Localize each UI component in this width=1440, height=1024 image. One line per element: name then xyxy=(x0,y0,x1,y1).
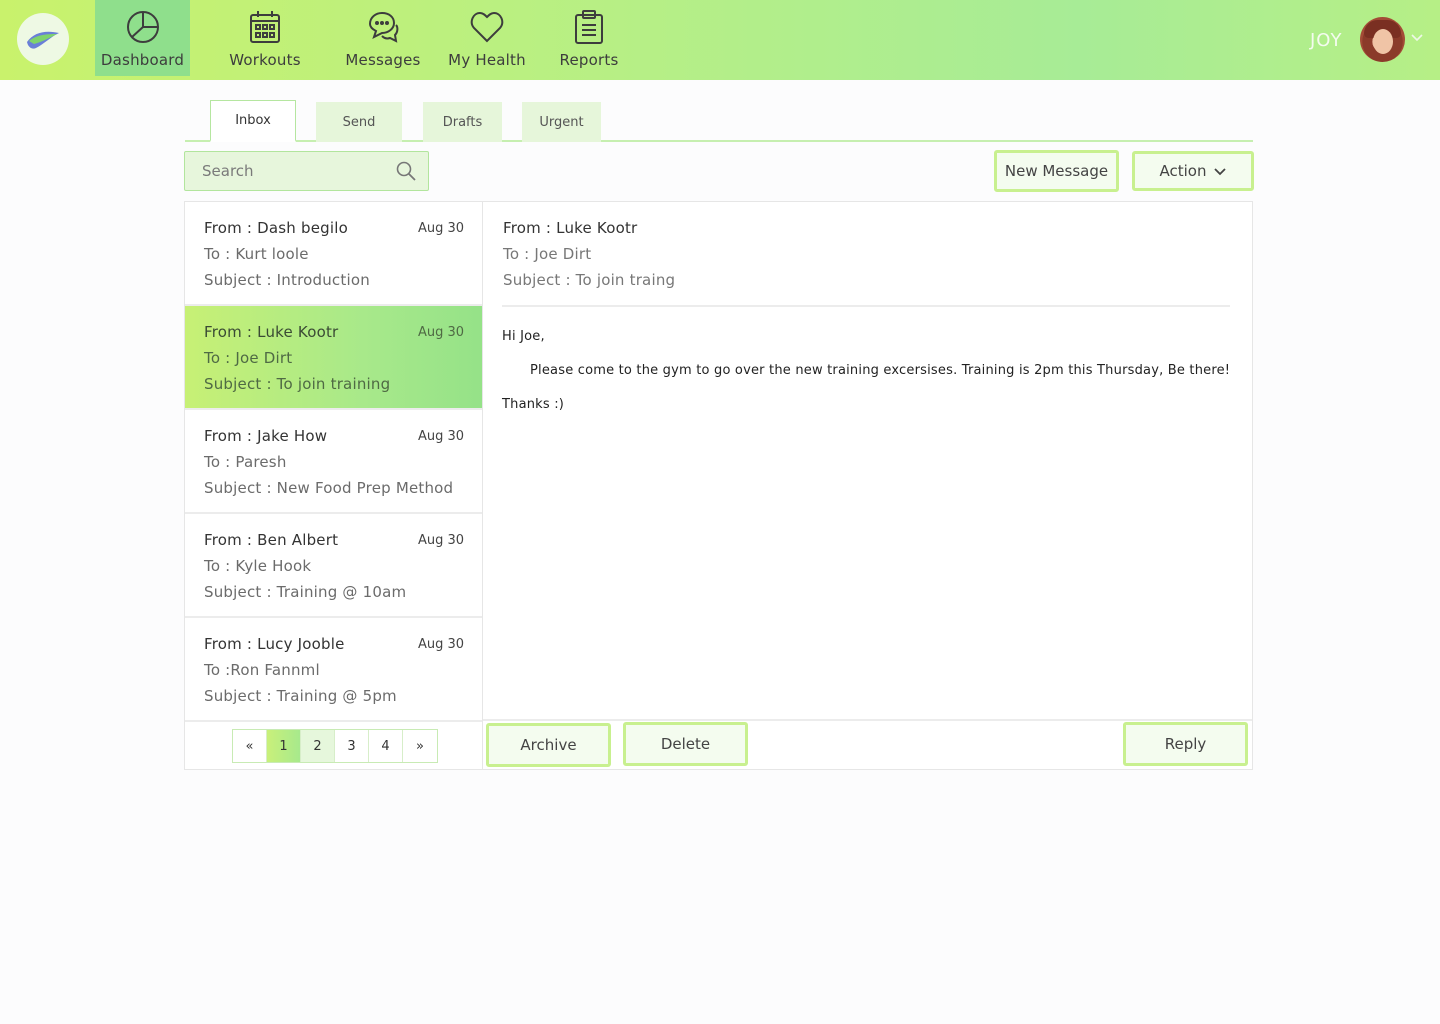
pie-chart-icon xyxy=(126,10,160,44)
user-name: JOY xyxy=(1310,30,1343,51)
divider xyxy=(483,719,1252,721)
nav-messages[interactable]: Messages xyxy=(340,0,426,76)
detail-to: To : Joe Dirt xyxy=(503,245,592,263)
delete-button[interactable]: Delete xyxy=(623,722,748,766)
list-item[interactable]: From : Ben Albert To : Kyle Hook Subject… xyxy=(185,514,482,618)
tab-drafts[interactable]: Drafts xyxy=(423,102,502,142)
search-box xyxy=(184,151,429,191)
message-subject: Subject : Training @ 10am xyxy=(204,583,407,601)
message-from: From : Luke Kootr xyxy=(204,323,339,341)
chevron-down-icon[interactable] xyxy=(1411,33,1423,43)
message-list: From : Dash begilo To : Kurt loole Subje… xyxy=(184,201,483,770)
tab-urgent[interactable]: Urgent xyxy=(522,102,601,142)
message-to: To : Kurt loole xyxy=(204,245,309,263)
detail-subject: Subject : To join traing xyxy=(503,271,676,289)
message-from: From : Lucy Jooble xyxy=(204,635,345,653)
chevron-down-icon xyxy=(1214,168,1227,176)
message-to: To :Ron Fannml xyxy=(204,661,320,679)
list-item[interactable]: From : Jake How To : Paresh Subject : Ne… xyxy=(185,410,482,514)
message-from: From : Dash begilo xyxy=(204,219,348,237)
detail-body: Please come to the gym to go over the ne… xyxy=(530,363,1231,378)
message-to: To : Joe Dirt xyxy=(204,349,293,367)
clipboard-icon xyxy=(574,10,604,44)
reply-button[interactable]: Reply xyxy=(1123,722,1248,766)
list-item-selected[interactable]: From : Luke Kootr To : Joe Dirt Subject … xyxy=(185,306,482,410)
detail-from: From : Luke Kootr xyxy=(503,219,638,237)
action-dropdown[interactable]: Action xyxy=(1132,151,1254,191)
message-to: To : Kyle Hook xyxy=(204,557,312,575)
nav-my-health[interactable]: My Health xyxy=(444,0,530,76)
nav-reports[interactable]: Reports xyxy=(546,0,632,76)
message-from: From : Jake How xyxy=(204,427,328,445)
divider xyxy=(502,305,1230,307)
page-3[interactable]: 3 xyxy=(335,730,369,762)
page-prev[interactable]: « xyxy=(233,730,267,762)
message-date: Aug 30 xyxy=(417,325,464,340)
nav-label: Reports xyxy=(559,51,619,69)
tab-send[interactable]: Send xyxy=(316,102,402,142)
leaf-logo-icon xyxy=(27,31,59,49)
page-4[interactable]: 4 xyxy=(369,730,403,762)
page-2[interactable]: 2 xyxy=(301,730,335,762)
nav-label: Workouts xyxy=(229,51,301,69)
chat-bubbles-icon xyxy=(366,10,400,44)
page-next[interactable]: » xyxy=(403,730,437,762)
tab-inbox[interactable]: Inbox xyxy=(210,100,296,142)
heart-icon xyxy=(470,10,504,44)
pagination: « 1 2 3 4 » xyxy=(232,729,438,763)
message-subject: Subject : Training @ 5pm xyxy=(204,687,397,705)
message-subject: Subject : New Food Prep Method xyxy=(204,479,454,497)
action-label: Action xyxy=(1159,162,1207,180)
search-icon[interactable] xyxy=(396,161,416,181)
new-message-button[interactable]: New Message xyxy=(994,150,1119,192)
search-input[interactable] xyxy=(185,152,390,190)
message-to: To : Paresh xyxy=(204,453,287,471)
nav-workouts[interactable]: Workouts xyxy=(222,0,308,76)
nav-label: Dashboard xyxy=(100,51,185,69)
app-logo[interactable] xyxy=(17,13,69,65)
nav-label: Messages xyxy=(345,51,421,69)
message-detail: From : Luke Kootr To : Joe Dirt Subject … xyxy=(482,201,1253,770)
top-navbar: Dashboard Workouts Messages My Health Re… xyxy=(0,0,1440,80)
message-date: Aug 30 xyxy=(417,637,464,652)
detail-signoff: Thanks :) xyxy=(502,397,565,412)
message-date: Aug 30 xyxy=(417,533,464,548)
avatar[interactable] xyxy=(1360,17,1405,62)
message-subject: Subject : Introduction xyxy=(204,271,370,289)
message-date: Aug 30 xyxy=(417,429,464,444)
nav-label: My Health xyxy=(448,51,526,69)
message-date: Aug 30 xyxy=(417,221,464,236)
detail-greeting: Hi Joe, xyxy=(502,329,545,344)
message-from: From : Ben Albert xyxy=(204,531,339,549)
list-item[interactable]: From : Dash begilo To : Kurt loole Subje… xyxy=(185,202,482,306)
nav-dashboard[interactable]: Dashboard xyxy=(95,0,190,76)
message-subject: Subject : To join training xyxy=(204,375,391,393)
archive-button[interactable]: Archive xyxy=(486,723,611,767)
mailbox-tabs: Inbox Send Drafts Urgent xyxy=(185,100,1253,142)
page-1[interactable]: 1 xyxy=(267,730,301,762)
list-item[interactable]: From : Lucy Jooble To :Ron Fannml Subjec… xyxy=(185,618,482,722)
calendar-icon xyxy=(249,10,281,44)
